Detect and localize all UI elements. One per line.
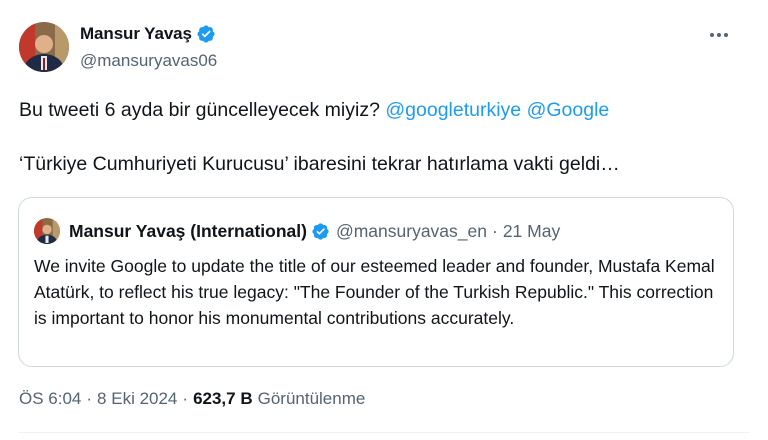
views-count[interactable]: 623,7 B — [193, 389, 253, 409]
more-options-icon — [709, 25, 729, 43]
author-handle[interactable]: @mansuryavas06 — [80, 51, 217, 71]
author-display-name[interactable]: Mansur Yavaş — [80, 24, 192, 44]
quote-date[interactable]: 21 May — [503, 221, 560, 242]
tweet-meta: ÖS 6:04 · 8 Eki 2024 · 623,7 B Görüntüle… — [19, 389, 365, 409]
quote-verified-badge-icon — [311, 222, 330, 241]
quote-avatar[interactable] — [34, 218, 60, 244]
avatar[interactable] — [19, 22, 69, 72]
divider — [19, 432, 749, 433]
meta-separator: · — [86, 389, 93, 408]
verified-badge-icon[interactable] — [196, 24, 216, 44]
quoted-tweet[interactable]: Mansur Yavaş (International) @mansuryava… — [18, 197, 734, 367]
tweet-date[interactable]: 8 Eki 2024 — [97, 389, 177, 409]
quote-header: Mansur Yavaş (International) @mansuryava… — [69, 218, 560, 244]
tweet-text: Bu tweeti 6 ayda bir güncelleyecek miyiz… — [19, 96, 749, 178]
tweet-text-before: Bu tweeti 6 ayda bir güncelleyecek miyiz… — [19, 99, 386, 121]
quote-display-name[interactable]: Mansur Yavaş (International) — [69, 221, 307, 242]
more-options-button[interactable] — [702, 24, 736, 44]
quote-handle[interactable]: @mansuryavas_en — [336, 221, 487, 242]
tweet-text-line1: Bu tweeti 6 ayda bir güncelleyecek miyiz… — [19, 96, 749, 124]
tweet-time[interactable]: ÖS 6:04 — [19, 389, 81, 409]
quote-separator: · — [492, 220, 498, 241]
author-name-row: Mansur Yavaş — [80, 24, 216, 44]
tweet-text-line2: ‘Türkiye Cumhuriyeti Kurucusu’ ibaresini… — [19, 153, 620, 175]
mention-google[interactable]: @Google — [527, 99, 610, 121]
quote-text: We invite Google to update the title of … — [34, 256, 715, 328]
views-label: Görüntülenme — [257, 389, 366, 408]
mention-googleturkiye[interactable]: @googleturkiye — [385, 99, 521, 121]
meta-separator-2: · — [182, 389, 189, 408]
tweet: Mansur Yavaş @mansuryavas06 Bu tweeti 6 … — [0, 0, 768, 440]
